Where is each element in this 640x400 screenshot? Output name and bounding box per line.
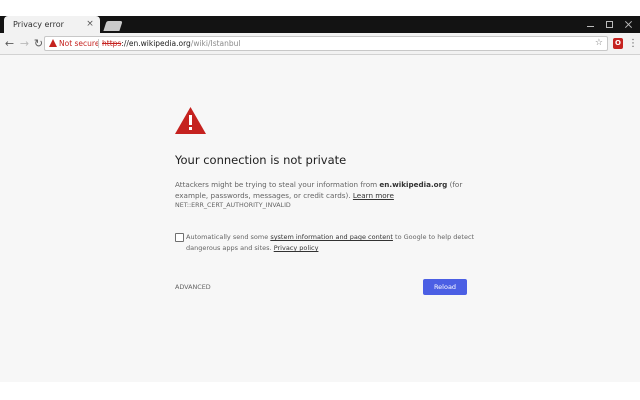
omnibox-separator	[98, 39, 99, 48]
send-info-label: Automatically send some system informati…	[186, 232, 486, 254]
window-controls	[587, 16, 632, 33]
learn-more-link[interactable]: Learn more	[353, 191, 394, 200]
tab-title: Privacy error	[13, 20, 64, 29]
error-message: Attackers might be trying to steal your …	[175, 179, 475, 201]
close-window-icon[interactable]	[625, 21, 632, 28]
new-tab-button[interactable]	[103, 21, 123, 31]
bookmark-star-icon[interactable]: ☆	[595, 37, 603, 50]
message-host: en.wikipedia.org	[379, 180, 448, 189]
forward-icon[interactable]: →	[18, 37, 31, 50]
extension-icon[interactable]: O	[613, 38, 623, 49]
browser-window: Privacy error × ← → ↻ Not secure https:/…	[0, 0, 640, 400]
address-bar[interactable]: Not secure https://en.wikipedia.org/wiki…	[44, 36, 608, 51]
page-content	[0, 55, 640, 382]
warning-icon[interactable]	[49, 39, 57, 47]
back-icon[interactable]: ←	[3, 37, 16, 50]
page-title: Your connection is not private	[175, 153, 347, 167]
tab-privacy-error[interactable]: Privacy error ×	[4, 16, 100, 33]
advanced-button[interactable]: ADVANCED	[175, 283, 211, 291]
system-info-link[interactable]: system information and page content	[270, 233, 393, 241]
opt-text-1: Automatically send some	[186, 233, 271, 241]
menu-icon[interactable]: ⋮	[628, 38, 638, 49]
url-path: /wiki/Istanbul	[190, 39, 241, 48]
warning-triangle-icon	[175, 107, 206, 134]
tab-close-icon[interactable]: ×	[85, 16, 95, 33]
maximize-icon[interactable]	[606, 21, 613, 28]
privacy-policy-link[interactable]: Privacy policy	[274, 244, 319, 252]
reload-button[interactable]: Reload	[423, 279, 467, 295]
minimize-icon[interactable]	[587, 21, 594, 28]
url-host: ://en.wikipedia.org	[121, 39, 191, 48]
error-code: NET::ERR_CERT_AUTHORITY_INVALID	[175, 202, 291, 209]
url-text[interactable]: https://en.wikipedia.org/wiki/Istanbul	[102, 37, 241, 50]
message-text: Attackers might be trying to steal your …	[175, 180, 380, 189]
url-scheme: https	[102, 39, 122, 48]
bottom-strip	[0, 382, 640, 400]
toolbar: ← → ↻ Not secure https://en.wikipedia.or…	[0, 33, 640, 55]
tab-strip: Privacy error ×	[0, 16, 640, 33]
not-secure-label[interactable]: Not secure	[59, 37, 99, 50]
send-info-checkbox[interactable]	[175, 233, 184, 242]
